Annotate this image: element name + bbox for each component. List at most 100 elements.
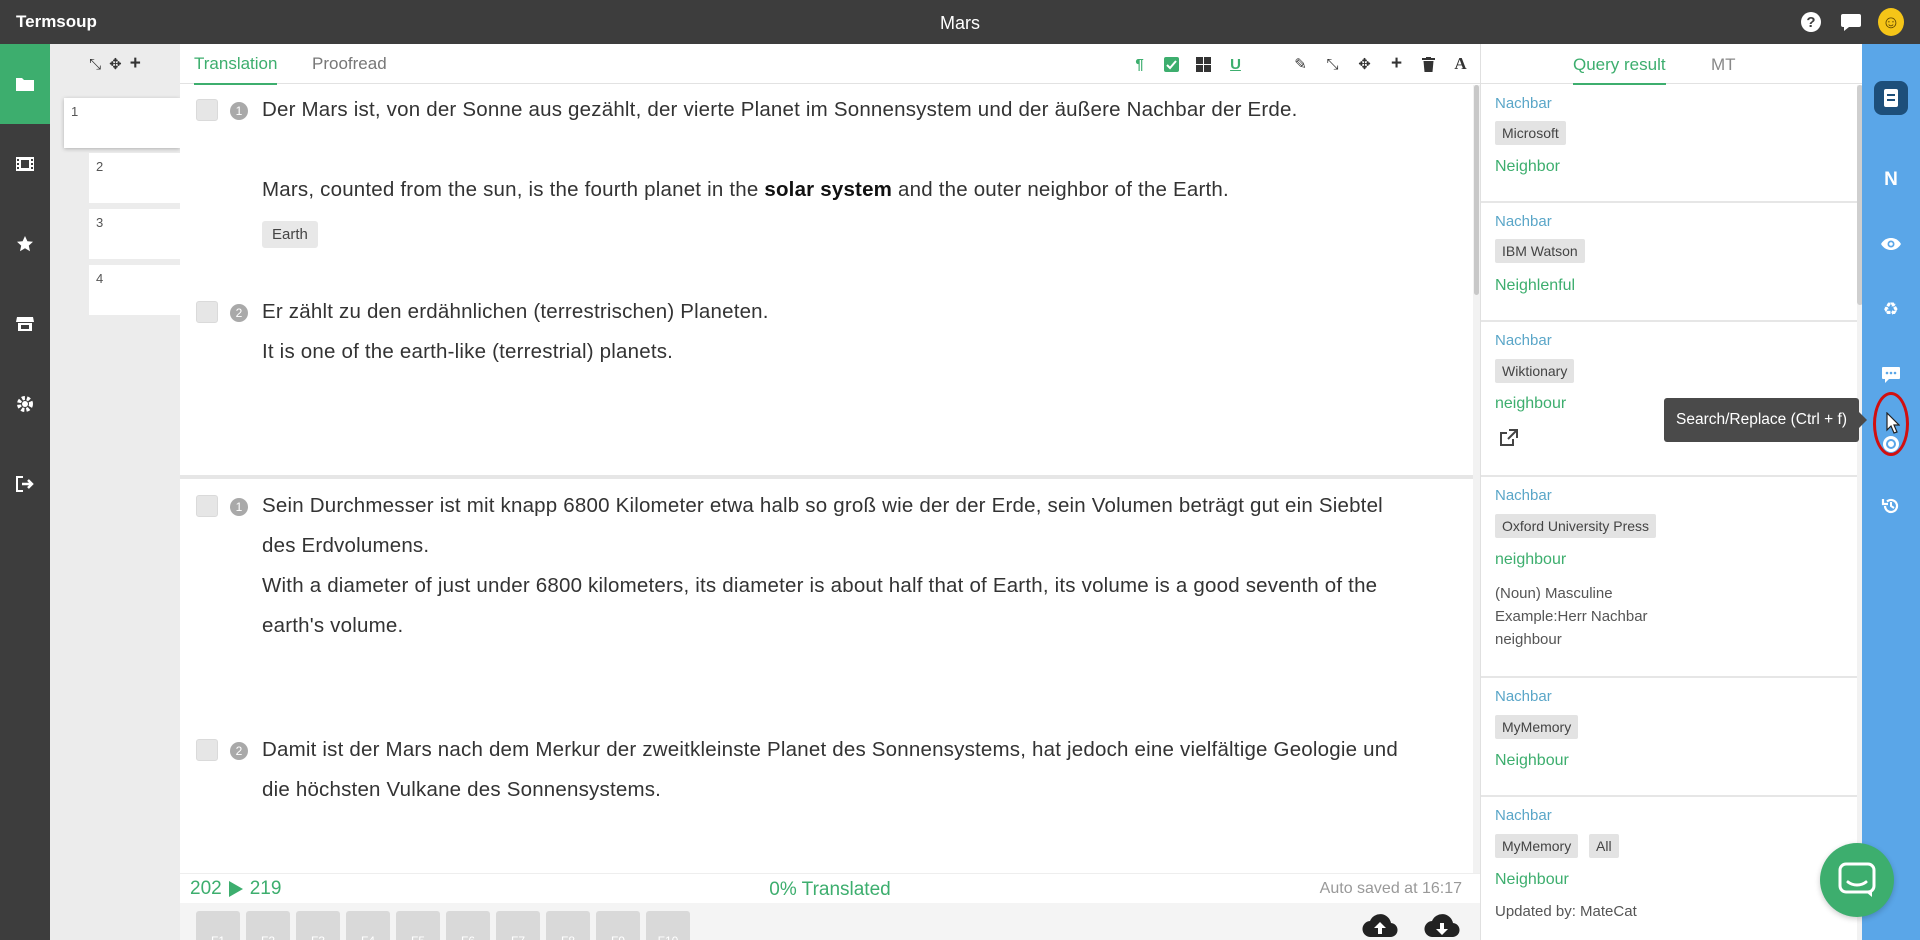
cloud-download-icon[interactable] [1424, 913, 1460, 940]
pencil-icon[interactable]: ✎ [1291, 54, 1310, 74]
tab-query-result[interactable]: Query result [1573, 55, 1666, 85]
plus-icon[interactable]: + [1387, 53, 1406, 74]
history-icon[interactable] [1862, 486, 1920, 526]
smile-icon[interactable]: ☺ [1878, 8, 1904, 36]
store-icon[interactable] [0, 284, 50, 364]
trash-icon[interactable] [1419, 54, 1438, 74]
word-counter: 202 219 [190, 878, 281, 900]
grid-icon[interactable] [1194, 54, 1213, 74]
result-note-line: neighbour [1495, 631, 1562, 648]
query-result-list: Nachbar Microsoft Neighbor Nachbar IBM W… [1481, 85, 1857, 940]
recycle-icon[interactable]: ♻ [1862, 289, 1920, 329]
segment-source[interactable]: Sein Durchmesser ist mit knapp 6800 Kilo… [262, 486, 1402, 566]
segment-checkbox[interactable] [196, 495, 218, 517]
result-provider-chip: MyMemory [1495, 715, 1579, 739]
move-icon[interactable]: ✥ [109, 55, 122, 73]
pilcrow-icon[interactable]: ¶ [1130, 54, 1149, 74]
result-target[interactable]: Neighbor [1495, 158, 1560, 176]
comment-icon[interactable] [1862, 355, 1920, 395]
result-provider-chip: MyMemory [1495, 834, 1579, 858]
word-count-from: 202 [190, 878, 222, 899]
result-scope-chip: All [1589, 834, 1619, 858]
glossary-icon[interactable] [1862, 78, 1920, 118]
fkey-button[interactable]: F1 [196, 911, 240, 940]
result-target[interactable]: Neighbour [1495, 871, 1569, 889]
tab-translation[interactable]: Translation [194, 54, 278, 85]
move-icon[interactable]: ✥ [1355, 54, 1374, 74]
eye-icon[interactable] [1862, 224, 1920, 264]
compress-icon[interactable]: ⤡ [89, 56, 101, 73]
segment-card[interactable]: 4 [89, 265, 180, 315]
query-panel: Query result MT Nachbar Microsoft Neighb… [1480, 44, 1863, 940]
document-title: Mars [940, 13, 980, 33]
segment-checkbox[interactable] [196, 99, 218, 121]
gear-icon[interactable] [0, 364, 50, 444]
segment-target-text: and the outer neighbor of the Earth. [892, 178, 1229, 201]
tab-proofread[interactable]: Proofread [312, 54, 387, 83]
term-highlight[interactable]: solar system [764, 178, 892, 201]
fkey-button[interactable]: F9 [596, 911, 640, 940]
result-provider-chip: Microsoft [1495, 121, 1566, 145]
segment-card[interactable]: 3 [89, 209, 180, 259]
fkey-button[interactable]: F3 [296, 911, 340, 940]
chat-icon[interactable] [1838, 9, 1864, 35]
editor-toolbar: ¶ U ✎ ⤡ ✥ + A [1130, 53, 1470, 74]
segment-source[interactable]: Damit ist der Mars nach dem Merkur der z… [262, 730, 1402, 810]
fkey-button[interactable]: F2 [246, 911, 290, 940]
result-provider-chip: Oxford University Press [1495, 514, 1657, 538]
check-square-icon[interactable] [1162, 54, 1181, 74]
cloud-upload-icon[interactable] [1362, 913, 1398, 940]
segment-source[interactable]: Er zählt zu den erdähnlichen (terrestris… [262, 292, 1402, 332]
segment-target[interactable]: It is one of the earth-like (terrestrial… [262, 332, 1402, 372]
underline-icon[interactable]: U [1226, 54, 1245, 74]
segment-source[interactable]: Der Mars ist, von der Sonne aus gezählt,… [262, 90, 1402, 130]
help-icon[interactable]: ? [1798, 9, 1824, 35]
fkey-button[interactable]: F4 [346, 911, 390, 940]
result-note-line: Example:Herr Nachbar [1495, 608, 1648, 625]
fkey-button[interactable]: F6 [446, 911, 490, 940]
compress-icon[interactable]: ⤡ [1323, 54, 1342, 74]
segment-checkbox[interactable] [196, 301, 218, 323]
film-icon[interactable] [0, 124, 50, 204]
plus-icon[interactable]: + [130, 53, 141, 75]
result-target[interactable]: neighbour [1495, 395, 1566, 413]
segment-checkbox[interactable] [196, 739, 218, 761]
star-icon[interactable] [0, 204, 50, 284]
n-icon[interactable]: N [1862, 160, 1920, 200]
query-result-item[interactable]: Nachbar MyMemory Neighbour [1481, 678, 1857, 797]
term-chip[interactable]: Earth [262, 221, 318, 248]
segment-card[interactable]: 1 [64, 98, 180, 148]
query-tabs: Query result MT [1481, 44, 1862, 85]
font-icon[interactable]: A [1451, 54, 1470, 74]
result-note: (Noun) Masculine Example:Herr Nachbar ne… [1495, 582, 1648, 651]
query-result-item[interactable]: Nachbar IBM Watson Neighlenful [1481, 203, 1857, 322]
tab-mt[interactable]: MT [1711, 55, 1736, 83]
fkey-button[interactable]: F7 [496, 911, 540, 940]
fkey-button[interactable]: F5 [396, 911, 440, 940]
editor-scrollbar[interactable] [1473, 85, 1480, 873]
segment-card[interactable]: 2 [89, 153, 180, 203]
result-source: Nachbar [1495, 95, 1552, 112]
fkey-button[interactable]: F8 [546, 911, 590, 940]
segment-target[interactable]: With a diameter of just under 6800 kilom… [262, 566, 1402, 646]
function-key-bar: F1 F2 F3 F4 F5 F6 F7 F8 F9 F10 [180, 903, 1480, 940]
play-icon [228, 881, 243, 897]
autosave-status: Auto saved at 16:17 [1319, 880, 1462, 897]
result-target[interactable]: Neighlenful [1495, 277, 1575, 295]
sign-out-icon[interactable] [0, 444, 50, 524]
result-target[interactable]: Neighbour [1495, 752, 1569, 770]
segment-card-number: 3 [96, 215, 104, 230]
external-link-icon[interactable] [1499, 429, 1519, 452]
result-source: Nachbar [1495, 332, 1552, 349]
folder-icon[interactable] [0, 44, 50, 124]
query-result-item[interactable]: Nachbar Microsoft Neighbor [1481, 85, 1857, 203]
right-tool-rail: N ♻ [1862, 44, 1920, 940]
segment-card-number: 4 [96, 271, 104, 286]
query-result-item[interactable]: Nachbar Oxford University Press neighbou… [1481, 477, 1857, 678]
editor-status-bar: 0% Translated 202 219 Auto saved at 16:1… [180, 873, 1480, 903]
query-result-item[interactable]: Nachbar MyMemory All Neighbour Updated b… [1481, 797, 1857, 940]
support-chat-button[interactable] [1820, 843, 1894, 917]
result-target[interactable]: neighbour [1495, 551, 1566, 569]
segment-target[interactable]: Mars, counted from the sun, is the fourt… [262, 170, 1402, 210]
fkey-button[interactable]: F10 [646, 911, 690, 940]
